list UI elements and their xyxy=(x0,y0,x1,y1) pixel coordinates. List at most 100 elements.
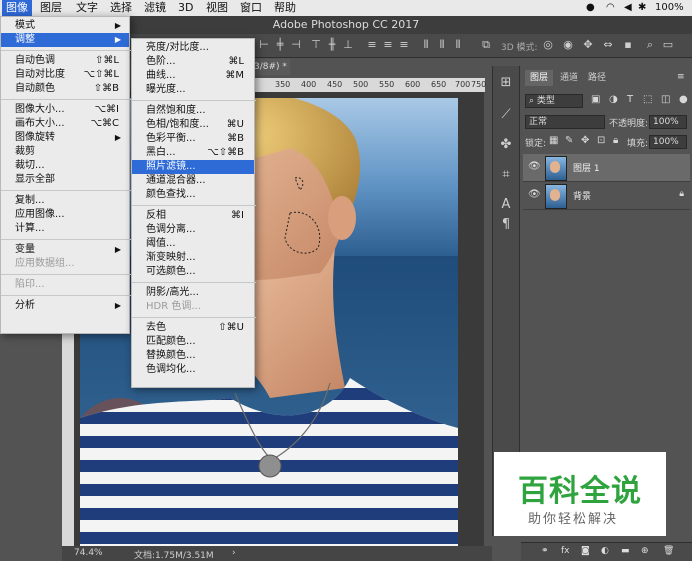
image-menu-item[interactable]: 变量 ▶ xyxy=(1,243,129,257)
menu-filter[interactable]: 滤镜 xyxy=(140,0,170,16)
image-menu-item[interactable]: 裁剪 xyxy=(1,145,129,159)
adjust-menu-item[interactable]: 自然饱和度... xyxy=(132,104,254,118)
adjust-menu-item[interactable]: 色阶... ⌘L xyxy=(132,55,254,69)
visibility-eye-icon[interactable]: 👁︎ xyxy=(528,161,541,172)
bluetooth-icon[interactable]: ✱ xyxy=(638,0,646,16)
new-layer-icon[interactable]: ⊕ xyxy=(641,546,649,556)
crop-icon[interactable]: ⌗ xyxy=(497,166,515,184)
adjust-menu-item[interactable]: 反相 ⌘I xyxy=(132,209,254,223)
image-menu-item[interactable]: 显示全部 xyxy=(1,173,129,187)
new-group-icon[interactable]: ▬ xyxy=(621,546,630,556)
lock-transparent-icon[interactable]: ▦ xyxy=(549,135,558,146)
tab-channels[interactable]: 通道 xyxy=(555,70,583,86)
image-menu-item[interactable]: 应用图像... xyxy=(1,208,129,222)
opacity-input[interactable]: 100% xyxy=(649,115,687,129)
filter-smart-icon[interactable]: ◫ xyxy=(661,94,670,105)
add-mask-icon[interactable]: ◙ xyxy=(581,546,590,556)
adjust-menu-item[interactable]: 照片滤镜... xyxy=(132,160,254,174)
history-icon[interactable]: ⊞ xyxy=(497,74,515,92)
image-menu-item[interactable]: 图像旋转 ▶ xyxy=(1,131,129,145)
link-layers-icon[interactable]: ⚭ xyxy=(541,546,549,556)
distribute-left-icon[interactable]: ⫴ xyxy=(420,38,432,52)
layer-row-layer1[interactable]: 👁︎ 图层 1 xyxy=(523,154,690,182)
image-menu-item[interactable]: 自动对比度 ⌥⇧⌘L xyxy=(1,68,129,82)
visibility-eye-icon[interactable]: 👁︎ xyxy=(528,189,541,200)
adjust-menu-item[interactable]: 亮度/对比度... xyxy=(132,41,254,55)
adjust-menu-item[interactable]: 阈值... xyxy=(132,237,254,251)
lock-all-icon[interactable]: 🔒︎ xyxy=(613,135,618,146)
menu-help[interactable]: 帮助 xyxy=(270,0,300,16)
menu-select[interactable]: 选择 xyxy=(106,0,136,16)
align-center-icon[interactable]: ╪ xyxy=(274,38,286,52)
layer-name[interactable]: 背景 xyxy=(573,189,591,202)
menu-3d[interactable]: 3D xyxy=(174,0,197,16)
menu-window[interactable]: 窗口 xyxy=(236,0,266,16)
align-top-icon[interactable]: ⊤ xyxy=(310,38,322,52)
adjust-menu-item[interactable]: 渐变映射... xyxy=(132,251,254,265)
filter-adjust-icon[interactable]: ◑ xyxy=(609,94,618,105)
align-middle-icon[interactable]: ╫ xyxy=(326,38,338,52)
adjust-menu-item[interactable]: 颜色查找... xyxy=(132,188,254,202)
notification-icon[interactable]: ● xyxy=(586,0,595,16)
fill-input[interactable]: 100% xyxy=(649,135,687,149)
auto-align-icon[interactable]: ⧉ xyxy=(480,38,492,52)
adjust-menu-item[interactable]: 色调均化... xyxy=(132,363,254,377)
menu-type[interactable]: 文字 xyxy=(72,0,102,16)
adjust-menu-item[interactable]: 色相/饱和度... ⌘U xyxy=(132,118,254,132)
menu-image[interactable]: 图像 xyxy=(2,0,32,16)
distribute-middle-icon[interactable]: ≡ xyxy=(382,38,394,52)
adjust-menu-item[interactable]: 色调分离... xyxy=(132,223,254,237)
image-menu-item[interactable]: 图像大小... ⌥⌘I xyxy=(1,103,129,117)
adjust-menu-item[interactable]: 通道混合器... xyxy=(132,174,254,188)
image-menu-item[interactable]: 裁切... xyxy=(1,159,129,173)
paragraph-icon[interactable]: ¶ xyxy=(497,216,515,234)
lock-image-icon[interactable]: ✎ xyxy=(565,135,573,146)
filter-kind-select[interactable]: ⌕ 类型 xyxy=(525,94,583,108)
layer-name[interactable]: 图层 1 xyxy=(573,161,600,174)
adjust-menu-item[interactable]: 色彩平衡... ⌘B xyxy=(132,132,254,146)
adjust-menu-item[interactable]: 曝光度... xyxy=(132,83,254,97)
filter-toggle-icon[interactable]: ● xyxy=(679,94,688,105)
tab-layers[interactable]: 图层 xyxy=(525,70,554,86)
blend-mode-select[interactable]: 正常 xyxy=(525,115,605,129)
workspace-icon[interactable]: ▭ xyxy=(662,38,674,52)
lock-position-icon[interactable]: ✥ xyxy=(581,135,589,146)
lock-artboard-icon[interactable]: ⊡ xyxy=(597,135,605,146)
3d-roll-icon[interactable]: ◉ xyxy=(562,38,574,52)
3d-scale-icon[interactable]: ▪ xyxy=(622,38,634,52)
adjust-menu-item[interactable]: 匹配颜色... xyxy=(132,335,254,349)
align-bottom-icon[interactable]: ⊥ xyxy=(342,38,354,52)
volume-icon[interactable]: ◀ xyxy=(624,0,632,16)
adjust-menu-item[interactable]: 阴影/高光... xyxy=(132,286,254,300)
distribute-top-icon[interactable]: ≡ xyxy=(366,38,378,52)
status-arrow-icon[interactable]: › xyxy=(232,548,236,558)
filter-pixel-icon[interactable]: ▣ xyxy=(591,94,600,105)
align-right-icon[interactable]: ⊣ xyxy=(290,38,302,52)
image-menu-item[interactable]: 分析 ▶ xyxy=(1,299,129,313)
adjust-menu-item[interactable]: 曲线... ⌘M xyxy=(132,69,254,83)
character-icon[interactable]: A xyxy=(497,196,515,214)
image-menu-item[interactable]: 自动颜色 ⇧⌘B xyxy=(1,82,129,96)
3d-slide-icon[interactable]: ⇔ xyxy=(602,38,614,52)
3d-rotate-icon[interactable]: ◎ xyxy=(542,38,554,52)
distribute-bottom-icon[interactable]: ≡ xyxy=(398,38,410,52)
distribute-center-icon[interactable]: ⫴ xyxy=(436,38,448,52)
tab-paths[interactable]: 路径 xyxy=(583,70,611,86)
zoom-level[interactable]: 74.4% xyxy=(74,548,103,558)
adjust-menu-item[interactable]: 可选颜色... xyxy=(132,265,254,279)
brush-icon[interactable]: ⟋ xyxy=(497,106,515,124)
delete-layer-icon[interactable]: 🗑︎ xyxy=(663,546,674,556)
fx-icon[interactable]: fx xyxy=(561,546,570,556)
menu-layer[interactable]: 图层 xyxy=(36,0,66,16)
align-left-icon[interactable]: ⊢ xyxy=(258,38,270,52)
image-menu-item[interactable]: 计算... xyxy=(1,222,129,236)
filter-shape-icon[interactable]: ⬚ xyxy=(643,94,652,105)
filter-type-icon[interactable]: T xyxy=(627,94,633,105)
search-icon[interactable]: ⌕ xyxy=(644,38,656,52)
3d-pan-icon[interactable]: ✥ xyxy=(582,38,594,52)
adjustment-layer-icon[interactable]: ◐ xyxy=(601,546,609,556)
layer-row-background[interactable]: 👁︎ 背景 🔒︎ xyxy=(523,182,690,210)
adjust-menu-item[interactable]: 替换颜色... xyxy=(132,349,254,363)
menu-view[interactable]: 视图 xyxy=(202,0,232,16)
clone-icon[interactable]: ✤ xyxy=(497,136,515,154)
